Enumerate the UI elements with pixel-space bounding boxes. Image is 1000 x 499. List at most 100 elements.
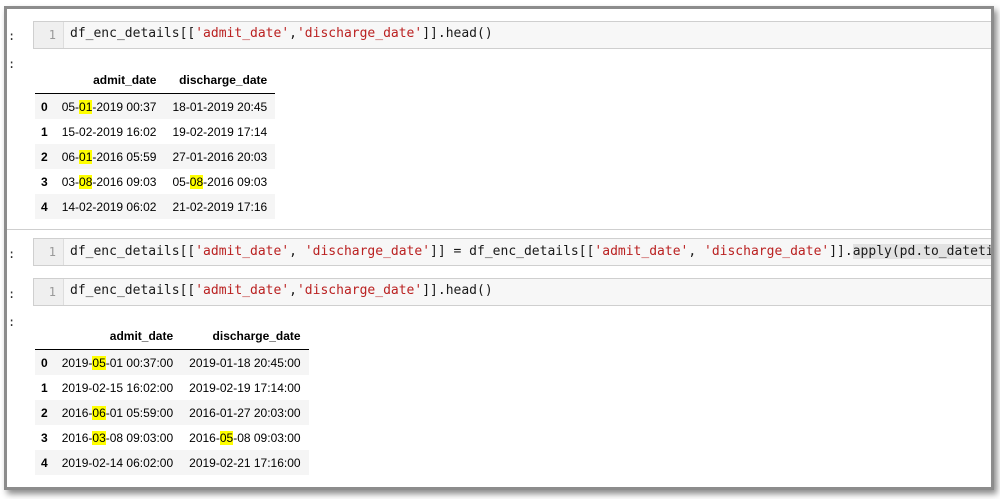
code-token: ]].head() bbox=[422, 283, 493, 298]
dataframe-output-1: admit_date discharge_date 0 05-01-2019 00:3… bbox=[35, 67, 276, 219]
table-row: 0 05-01-2019 00:37 18-01-2019 20:45 bbox=[35, 93, 276, 119]
row-index: 2 bbox=[35, 400, 54, 425]
code-token: ]] = df_enc_details[[ bbox=[430, 244, 595, 259]
code-string: 'discharge_date' bbox=[296, 283, 423, 298]
cell-text: 06- bbox=[61, 149, 80, 164]
table-row: 3 03-08-2016 09:03 05-08-2016 09:03 bbox=[35, 169, 275, 194]
table-row: 1 2019-02-15 16:02:00 2019-02-19 17:14:00 bbox=[35, 375, 309, 400]
code-token: ]].head() bbox=[422, 26, 493, 41]
highlighted-month: 06 bbox=[92, 405, 106, 420]
code-text: df_enc_details[['admit_date','discharge_… bbox=[70, 26, 493, 41]
cell-text: 2019-02-19 17:14:00 bbox=[189, 380, 301, 395]
line-number: 1 bbox=[48, 245, 56, 259]
table-header-row: admit_date discharge_date bbox=[35, 323, 309, 350]
output-prompt: : bbox=[8, 57, 16, 71]
cell-text: 27-01-2016 20:03 bbox=[172, 149, 268, 164]
cell-text: -01 00:37:00 bbox=[105, 355, 174, 370]
discharge-date-cell: 2016-01-27 20:03:00 bbox=[181, 400, 309, 425]
row-index: 1 bbox=[41, 124, 48, 139]
cell-text: 14-02-2019 06:02 bbox=[61, 199, 157, 214]
discharge-date-cell: 18-01-2019 20:45 bbox=[164, 93, 276, 119]
highlighted-month: 03 bbox=[92, 430, 106, 445]
code-token: , bbox=[289, 283, 297, 298]
code-string: 'discharge_date' bbox=[304, 244, 431, 259]
row-index: 4 bbox=[35, 194, 54, 219]
cell-text: 2016- bbox=[61, 430, 93, 445]
highlighted-month: 01 bbox=[79, 99, 93, 114]
code-string: 'admit_date' bbox=[195, 244, 290, 259]
column-header: admit_date bbox=[53, 323, 182, 350]
table-row: 1 15-02-2019 16:02 19-02-2019 17:14 bbox=[35, 119, 275, 144]
code-string: 'admit_date' bbox=[594, 244, 689, 259]
dataframe-output-2: admit_date discharge_date 0 2019-05-01 00:3… bbox=[35, 323, 309, 475]
code-token: , bbox=[289, 26, 297, 41]
cell-text: 05- bbox=[61, 99, 80, 114]
cell-text: -2019 00:37 bbox=[92, 99, 157, 114]
cell-text: -2016 05:59 bbox=[92, 149, 157, 164]
admit-date-cell: 2019-05-01 00:37:00 bbox=[53, 349, 182, 375]
code-text: df_enc_details[['admit_date','discharge_… bbox=[70, 283, 493, 298]
code-highlight: apply(pd.to_datetime) bbox=[852, 244, 991, 259]
admit-date-cell: 06-01-2016 05:59 bbox=[53, 144, 165, 169]
admit-date-cell: 2016-06-01 05:59:00 bbox=[53, 400, 182, 425]
admit-date-cell: 2019-02-14 06:02:00 bbox=[53, 450, 182, 475]
admit-date-cell: 2016-03-08 09:03:00 bbox=[54, 425, 181, 450]
discharge-date-cell: 2019-01-18 20:45:00 bbox=[181, 349, 309, 375]
cell-text: 2016-01-27 20:03:00 bbox=[189, 405, 301, 420]
cell-text: 18-01-2019 20:45 bbox=[172, 99, 268, 114]
line-number: 1 bbox=[48, 28, 56, 42]
discharge-date-cell: 19-02-2019 17:14 bbox=[164, 119, 275, 144]
cell-text: -08 09:03:00 bbox=[105, 430, 174, 445]
code-cell-2[interactable]: 1 df_enc_details[['admit_date', 'dischar… bbox=[33, 238, 991, 266]
code-token: , bbox=[688, 244, 704, 259]
cell-text: 2016- bbox=[189, 430, 220, 445]
column-header bbox=[35, 67, 54, 94]
admit-date-cell: 05-01-2019 00:37 bbox=[53, 93, 165, 119]
discharge-date-cell: 05-08-2016 09:03 bbox=[164, 169, 275, 194]
cell-text: 2016- bbox=[61, 405, 93, 420]
table-row: 2 2016-06-01 05:59:00 2016-01-27 20:03:00 bbox=[35, 400, 309, 425]
cell-text: -2016 09:03 bbox=[92, 174, 157, 189]
notebook-frame: : 1 df_enc_details[['admit_date','discha… bbox=[4, 6, 994, 490]
row-index: 4 bbox=[35, 450, 54, 475]
discharge-date-cell: 2019-02-19 17:14:00 bbox=[181, 375, 308, 400]
output-prompt: : bbox=[8, 315, 16, 329]
cell-text: 21-02-2019 17:16 bbox=[172, 199, 268, 214]
code-string: 'discharge_date' bbox=[704, 244, 830, 259]
cell-text: 2019-02-14 06:02:00 bbox=[61, 455, 174, 470]
code-cell-1[interactable]: 1 df_enc_details[['admit_date','discharg… bbox=[33, 21, 991, 49]
cell-text: 2019-01-18 20:45:00 bbox=[189, 355, 301, 370]
table-row: 2 06-01-2016 05:59 27-01-2016 20:03 bbox=[35, 144, 276, 169]
cell-text: 19-02-2019 17:14 bbox=[172, 124, 268, 139]
column-header bbox=[35, 323, 54, 350]
admit-date-cell: 2019-02-15 16:02:00 bbox=[54, 375, 181, 400]
highlighted-month: 05 bbox=[219, 430, 234, 445]
highlighted-month: 08 bbox=[79, 174, 93, 189]
admit-date-cell: 15-02-2019 16:02 bbox=[54, 119, 165, 144]
highlighted-month: 01 bbox=[79, 149, 93, 164]
row-index: 0 bbox=[35, 349, 54, 375]
admit-date-cell: 14-02-2019 06:02 bbox=[53, 194, 165, 219]
highlighted-month: 05 bbox=[92, 355, 106, 370]
row-index: 3 bbox=[41, 174, 48, 189]
column-header: admit_date bbox=[53, 67, 165, 94]
table-row: 0 2019-05-01 00:37:00 2019-01-18 20:45:00 bbox=[35, 349, 309, 375]
code-string: 'admit_date' bbox=[195, 283, 290, 298]
column-header: discharge_date bbox=[181, 323, 309, 350]
code-token: ]]. bbox=[829, 244, 853, 259]
cell-text: 15-02-2019 16:02 bbox=[61, 124, 157, 139]
cell-text: -01 05:59:00 bbox=[105, 405, 174, 420]
discharge-date-cell: 21-02-2019 17:16 bbox=[164, 194, 276, 219]
discharge-date-cell: 27-01-2016 20:03 bbox=[164, 144, 276, 169]
cell-text: 05- bbox=[172, 174, 190, 189]
discharge-date-cell: 2019-02-21 17:16:00 bbox=[181, 450, 309, 475]
code-cell-3[interactable]: 1 df_enc_details[['admit_date','discharg… bbox=[33, 278, 991, 306]
discharge-date-cell: 2016-05-08 09:03:00 bbox=[181, 425, 308, 450]
column-header: discharge_date bbox=[164, 67, 276, 94]
code-token: , bbox=[289, 244, 305, 259]
code-text: df_enc_details[['admit_date', 'discharge… bbox=[70, 243, 991, 259]
cell-prompt: : bbox=[8, 29, 16, 43]
cell-text: 2019-02-15 16:02:00 bbox=[61, 380, 174, 395]
cell-text: 2019- bbox=[61, 355, 93, 370]
code-token: df_enc_details[[ bbox=[70, 244, 196, 259]
